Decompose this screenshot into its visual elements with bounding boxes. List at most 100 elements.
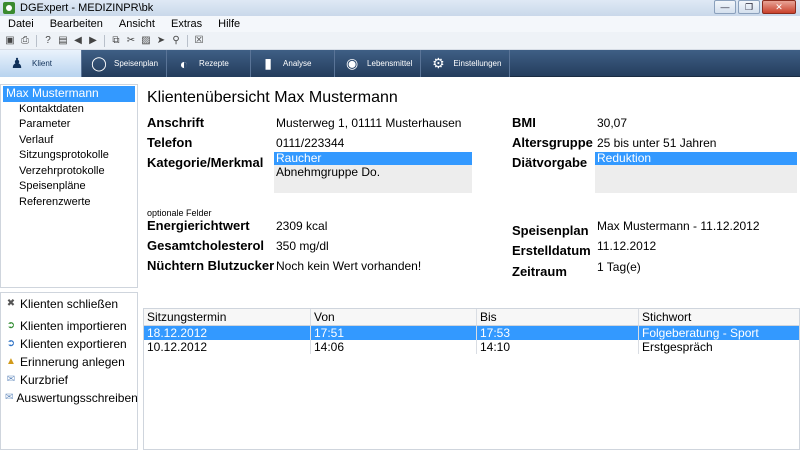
close-icon[interactable]: ✕ [762, 0, 796, 14]
menu-datei[interactable]: Datei [0, 18, 42, 30]
nav-item-parameter[interactable]: Parameter [1, 117, 137, 133]
pin-icon[interactable]: ➤ [155, 35, 167, 47]
menu-bearbeiten[interactable]: Bearbeiten [42, 18, 111, 30]
window-controls: — ❐ ✕ [714, 0, 796, 14]
menu-extras[interactable]: Extras [163, 18, 210, 30]
plate-icon: ◯ [91, 55, 107, 71]
diet-list[interactable]: Reduktion [595, 152, 797, 193]
tab-label: Analyse [283, 59, 312, 68]
app-icon [3, 2, 15, 14]
person-icon: ♟ [10, 55, 24, 71]
window-title: DGExpert - MEDIZINPR\bk [20, 2, 154, 14]
tab-rezepte[interactable]: ◐ Rezepte [167, 50, 252, 77]
evaluation-letter-action[interactable]: ✉ Auswertungsschreiben [1, 389, 138, 407]
tab-speisenplan[interactable]: ◯ Speisenplan [82, 50, 168, 77]
tab-klient[interactable]: ♟ Klient [0, 50, 82, 77]
tab-analyse[interactable]: ▮ Analyse [251, 50, 336, 77]
column-header-from[interactable]: Von [311, 309, 477, 325]
help-icon[interactable]: ? [42, 35, 54, 47]
meal-plan-value[interactable]: Max Mustermann - 11.12.2012 [597, 219, 760, 233]
nav-item-verzehrprotokolle[interactable]: Verzehrprotokolle [1, 164, 137, 180]
pot-icon: ◐ [179, 55, 189, 72]
nav-item-referenzwerte[interactable]: Referenzwerte [1, 195, 137, 211]
action-label: Klienten schließen [20, 297, 119, 311]
toolbar: ▣ ⎙ ? ▤ ◀ ▶ ⧉ ✂ ▨ ➤ ⚲ ☒ [0, 32, 800, 50]
period-value: 1 Tag(e) [597, 260, 641, 274]
letter-icon: ✉ [6, 374, 16, 385]
module-tab-bar: ♟ Klient ◯ Speisenplan ◐ Rezepte ▮ Analy… [0, 50, 800, 77]
cholesterol-value: 350 mg/dl [276, 239, 329, 253]
close-client-action[interactable]: ✖ Klienten schließen [1, 295, 137, 313]
bar-chart-icon: ▮ [264, 55, 272, 71]
menu-hilfe[interactable]: Hilfe [210, 18, 248, 30]
close-document-icon[interactable]: ☒ [193, 35, 205, 47]
diet-item-selected[interactable]: Reduktion [595, 152, 797, 165]
tab-einstellungen[interactable]: ⚙ Einstellungen [421, 50, 511, 77]
optional-fields-label: optionale Felder [147, 208, 212, 218]
action-label: Klienten exportieren [20, 337, 127, 351]
table-row[interactable]: 10.12.2012 14:06 14:10 Erstgespräch [144, 340, 799, 354]
tab-label: Lebensmittel [367, 59, 413, 68]
created-date-value: 11.12.2012 [597, 239, 657, 253]
table-cell: Folgeberatung - Sport [642, 326, 759, 340]
session-table: Sitzungstermin Von Bis Stichwort 18.12.2… [143, 308, 800, 450]
paste-icon[interactable]: ▨ [140, 35, 152, 47]
column-header-date[interactable]: Sitzungstermin [144, 309, 311, 325]
import-client-action[interactable]: ➲ Klienten importieren [1, 317, 137, 335]
minimize-icon[interactable]: — [714, 0, 736, 14]
action-list: ✖ Klienten schließen ➲ Klienten importie… [0, 292, 138, 450]
menu-ansicht[interactable]: Ansicht [111, 18, 163, 30]
table-cell: 14:06 [311, 340, 477, 354]
category-label: Kategorie/Merkmal [147, 155, 264, 170]
blood-sugar-value: Noch kein Wert vorhanden! [276, 259, 422, 273]
toolbar-separator [36, 34, 37, 47]
export-client-action[interactable]: ➲ Klienten exportieren [1, 335, 137, 353]
created-date-label: Erstelldatum [512, 243, 591, 258]
bmi-value: 30,07 [597, 116, 628, 130]
table-cell: 17:53 [477, 326, 639, 340]
copy-icon[interactable]: ⧉ [110, 35, 122, 47]
address-value: Musterweg 1, 01111 Musterhausen [276, 116, 462, 130]
tab-label: Rezepte [199, 59, 229, 68]
cut-icon[interactable]: ✂ [125, 35, 137, 47]
close-icon: ✖ [6, 298, 16, 309]
client-navigation: Max Mustermann Kontaktdaten Parameter Ve… [0, 84, 138, 288]
toolbar-separator [104, 34, 105, 47]
forward-arrow-icon[interactable]: ▶ [87, 35, 99, 47]
tab-bar-filler [510, 50, 800, 77]
page-title: Klientenübersicht Max Mustermann [147, 89, 398, 106]
bmi-label: BMI [512, 115, 536, 130]
nav-item-verlauf[interactable]: Verlauf [1, 133, 137, 149]
table-cell: Erstgespräch [642, 340, 713, 354]
menu-bar: Datei Bearbeiten Ansicht Extras Hilfe [0, 16, 800, 32]
short-letter-action[interactable]: ✉ Kurzbrief [1, 371, 137, 389]
column-header-keyword[interactable]: Stichwort [639, 309, 799, 325]
action-label: Erinnerung anlegen [20, 355, 125, 369]
tab-lebensmittel[interactable]: ◉ Lebensmittel [335, 50, 422, 77]
search-icon[interactable]: ⚲ [170, 35, 182, 47]
nav-item-kontaktdaten[interactable]: Kontaktdaten [1, 102, 137, 118]
tab-label: Einstellungen [453, 59, 502, 68]
nav-item-speisenplaene[interactable]: Speisenpläne [1, 179, 137, 195]
export-icon: ➲ [6, 338, 16, 349]
document-icon[interactable]: ▤ [57, 35, 69, 47]
category-item[interactable]: Abnehmgruppe Do. [274, 165, 472, 180]
nav-item-client[interactable]: Max Mustermann [3, 86, 135, 102]
phone-value: 0111/223344 [276, 136, 345, 150]
category-item-selected[interactable]: Raucher [274, 152, 472, 165]
reminder-action[interactable]: ▲ Erinnerung anlegen [1, 353, 137, 371]
action-label: Auswertungsschreiben [16, 391, 138, 405]
maximize-icon[interactable]: ❐ [738, 0, 760, 14]
table-row[interactable]: 18.12.2012 17:51 17:53 Folgeberatung - S… [144, 326, 799, 340]
nav-item-sitzungsprotokolle[interactable]: Sitzungsprotokolle [1, 148, 137, 164]
column-header-to[interactable]: Bis [477, 309, 639, 325]
back-arrow-icon[interactable]: ◀ [72, 35, 84, 47]
action-label: Klienten importieren [20, 319, 127, 333]
print-icon[interactable]: ⎙ [19, 35, 31, 47]
category-list[interactable]: Raucher Abnehmgruppe Do. [274, 152, 472, 193]
age-group-label: Altersgruppe [512, 135, 593, 150]
save-icon[interactable]: ▣ [4, 35, 16, 47]
period-label: Zeitraum [512, 264, 567, 279]
bell-icon: ▲ [6, 356, 16, 367]
client-overview: Klientenübersicht Max Mustermann Anschri… [141, 84, 800, 450]
